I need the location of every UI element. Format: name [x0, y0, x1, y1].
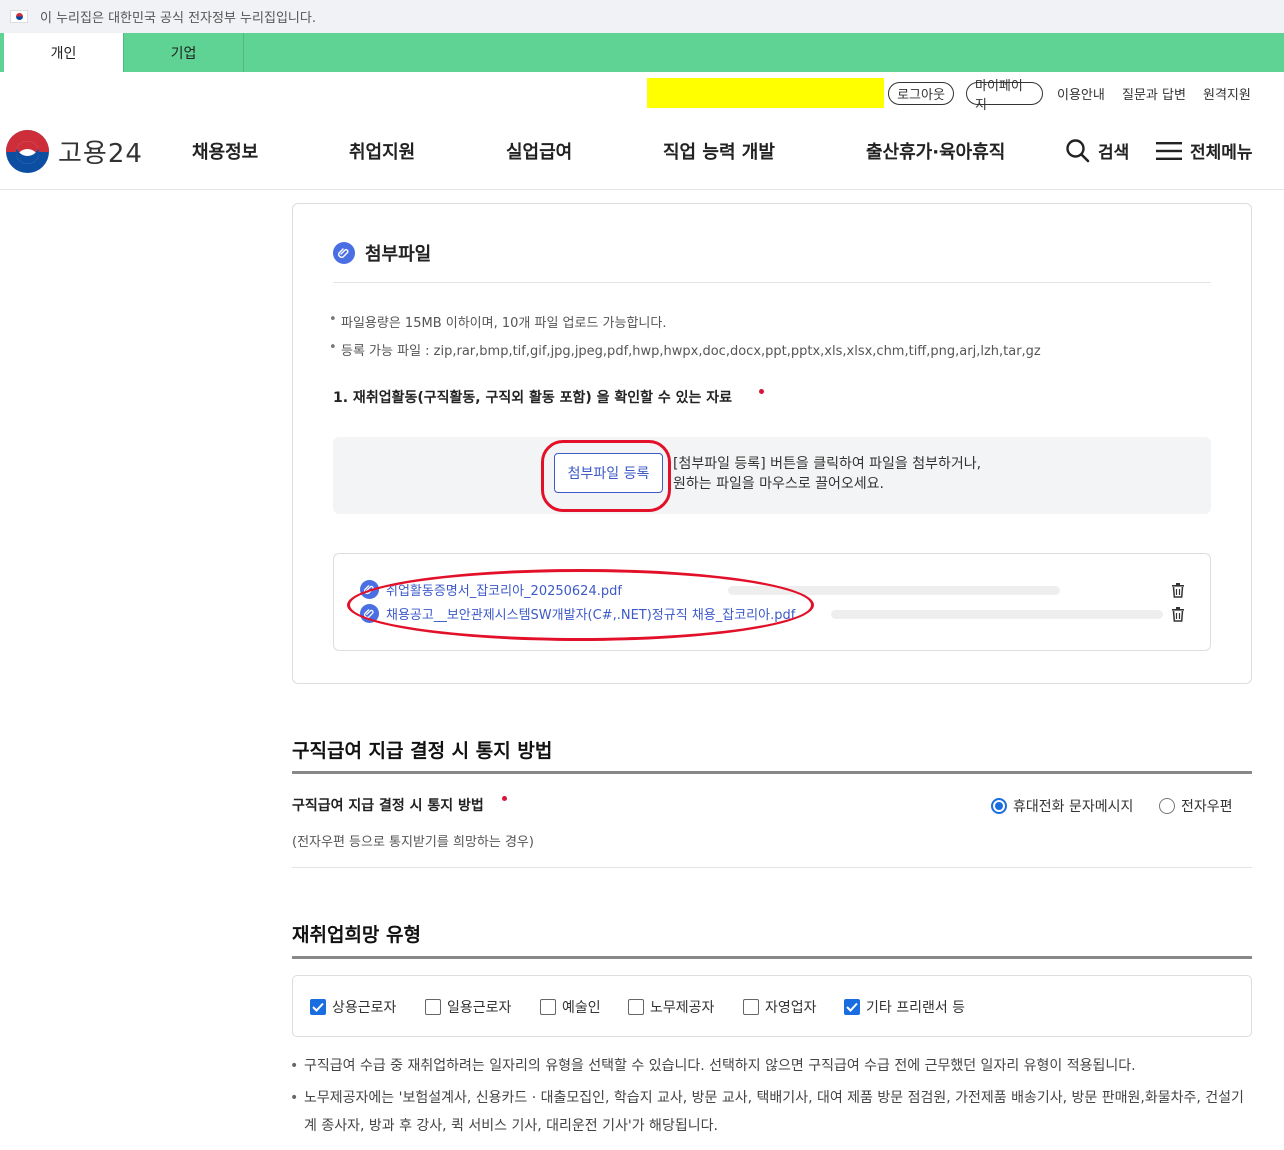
upload-progress-bar [728, 586, 1060, 595]
mypage-button[interactable]: 마이페이지 [966, 79, 1043, 113]
trash-icon[interactable] [1171, 583, 1185, 598]
taegeuk-logo-icon [6, 130, 49, 173]
file-item[interactable]: 취업활동증명서_잡코리아_20250624.pdf [360, 580, 622, 599]
trash-icon[interactable] [1171, 607, 1185, 622]
radio-sms[interactable]: 휴대전화 문자메시지 [991, 796, 1133, 816]
checkbox-empty-icon[interactable] [425, 999, 441, 1015]
guide-link[interactable]: 이용안내 [1057, 82, 1105, 105]
checkbox-artist[interactable]: 예술인 [540, 997, 601, 1017]
all-menu-button[interactable]: 전체메뉴 [1156, 138, 1253, 163]
attach-note-types: 등록 가능 파일 : zip,rar,bmp,tif,gif,jpg,jpeg,… [329, 340, 1041, 359]
reemploy-section-title: 재취업희망 유형 [292, 924, 421, 946]
search-label: 검색 [1098, 143, 1130, 163]
checkbox-empty-icon[interactable] [628, 999, 644, 1015]
user-type-tabs: 개인 기업 [0, 33, 1284, 72]
attachment-card: 첨부파일 파일용량은 15MB 이하이며, 10개 파일 업로드 가능합니다. … [292, 203, 1252, 684]
search-icon [1066, 139, 1090, 163]
file-drop-zone[interactable]: 첨부파일 등록 [첨부파일 등록] 버튼을 클릭하여 파일을 첨부하거나, 원하… [333, 437, 1211, 514]
redacted-user-info [647, 78, 884, 108]
file-name[interactable]: 채용공고__보안관제시스템SW개발자(C#,.NET)정규직 채용_잡코리아.p… [386, 604, 795, 623]
reemploy-note: 노무제공자에는 '보험설계사, 신용카드 · 대출모집인, 학습지 교사, 방문… [290, 1084, 1248, 1140]
row-divider [292, 867, 1252, 868]
remote-support-link[interactable]: 원격지원 [1203, 82, 1251, 105]
required-mark [759, 389, 764, 394]
notify-label: 구직급여 지급 결정 시 통지 방법 [292, 798, 484, 814]
checkbox-empty-icon[interactable] [540, 999, 556, 1015]
tab-personal[interactable]: 개인 [4, 33, 124, 72]
paperclip-icon [333, 242, 355, 264]
checkbox-labor-provider[interactable]: 노무제공자 [628, 997, 714, 1017]
section-divider [292, 956, 1252, 959]
reemploy-type-options: 상용근로자 일용근로자 예술인 노무제공자 자영업자 기타 프리랜서 등 [292, 975, 1252, 1037]
header-divider [0, 189, 1284, 190]
checkbox-regular-worker[interactable]: 상용근로자 [310, 997, 396, 1017]
notify-section-title: 구직급여 지급 결정 시 통지 방법 [292, 740, 553, 762]
attach-file-button[interactable]: 첨부파일 등록 [554, 453, 663, 493]
checkbox-checked-icon[interactable] [844, 999, 860, 1015]
checkbox-empty-icon[interactable] [743, 999, 759, 1015]
radio-email[interactable]: 전자우편 [1159, 796, 1233, 816]
checkbox-checked-icon[interactable] [310, 999, 326, 1015]
gov-banner-text: 이 누리집은 대한민국 공식 전자정부 누리집입니다. [40, 11, 316, 26]
nav-employment-support[interactable]: 취업지원 [349, 138, 415, 164]
attachment-title: 첨부파일 [333, 240, 431, 266]
radio-empty-icon[interactable] [1159, 798, 1175, 814]
checkbox-daily-worker[interactable]: 일용근로자 [425, 997, 511, 1017]
file-name[interactable]: 취업활동증명서_잡코리아_20250624.pdf [386, 580, 622, 599]
nav-skills-development[interactable]: 직업 능력 개발 [663, 138, 775, 164]
hamburger-icon [1156, 141, 1182, 160]
gov-banner: 이 누리집은 대한민국 공식 전자정부 누리집입니다. [0, 0, 1284, 33]
attached-file-list: 취업활동증명서_잡코리아_20250624.pdf 채용공고__보안관제시스템S… [333, 553, 1211, 651]
all-menu-label: 전체메뉴 [1190, 143, 1253, 163]
card-divider [333, 282, 1211, 283]
file-item[interactable]: 채용공고__보안관제시스템SW개발자(C#,.NET)정규직 채용_잡코리아.p… [360, 604, 795, 623]
logo[interactable]: 고용24 [6, 130, 143, 173]
korea-flag-icon [10, 10, 28, 23]
logout-button[interactable]: 로그아웃 [888, 82, 954, 105]
reemploy-note: 구직급여 수급 중 재취업하려는 일자리의 유형을 선택할 수 있습니다. 선택… [290, 1052, 1264, 1080]
drop-instructions: [첨부파일 등록] 버튼을 클릭하여 파일을 첨부하거나, 원하는 파일을 마우… [673, 456, 982, 492]
logo-text: 고용24 [58, 139, 143, 169]
upload-progress-bar [831, 610, 1163, 619]
requirement-title: 1. 재취업활동(구직활동, 구직외 활동 포함) 을 확인할 수 있는 자료 [333, 390, 733, 406]
notify-sub: (전자우편 등으로 통지받기를 희망하는 경우) [292, 835, 534, 850]
radio-selected-icon[interactable] [991, 798, 1007, 814]
paperclip-icon [360, 604, 379, 623]
nav-parental-leave[interactable]: 출산휴가·육아휴직 [866, 138, 1005, 164]
checkbox-freelancer[interactable]: 기타 프리랜서 등 [844, 997, 965, 1017]
section-divider [292, 771, 1252, 774]
required-mark [502, 796, 507, 801]
search-button[interactable]: 검색 [1065, 138, 1129, 163]
nav-unemployment-benefit[interactable]: 실업급여 [506, 138, 572, 164]
tab-company[interactable]: 기업 [124, 33, 244, 72]
checkbox-self-employed[interactable]: 자영업자 [743, 997, 817, 1017]
paperclip-icon [360, 580, 379, 599]
nav-jobs[interactable]: 채용정보 [192, 138, 258, 164]
qna-link[interactable]: 질문과 답변 [1122, 82, 1186, 105]
attach-note-size: 파일용량은 15MB 이하이며, 10개 파일 업로드 가능합니다. [329, 312, 667, 331]
